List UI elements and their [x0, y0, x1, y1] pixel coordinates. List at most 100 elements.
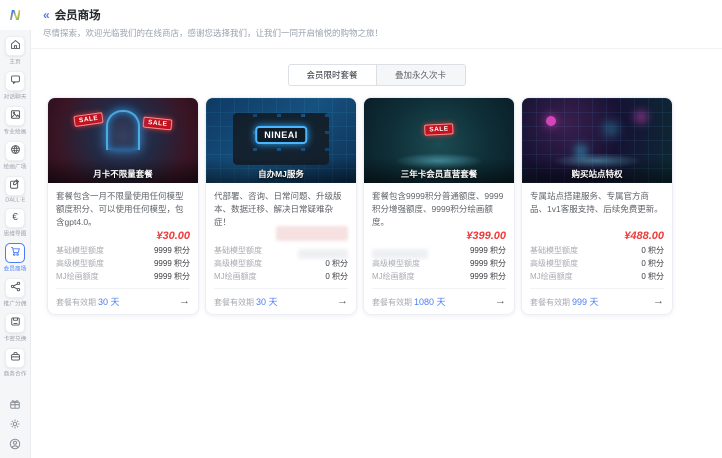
sidebar-item-dalle[interactable]: DALL·E — [3, 176, 28, 204]
sidebar-item-label: DALL·E — [4, 197, 26, 204]
quota-label: 高级模型额度 — [530, 259, 578, 268]
quota-value: 9999 积分 — [469, 272, 506, 282]
product-card-monthly[interactable]: SALE SALE 月卡不限量套餐 套餐包含一月不限量使用任何模型额度积分、可以… — [47, 97, 199, 316]
user-avatar[interactable] — [9, 437, 22, 450]
sidebar-item-referral[interactable]: 推广分佣 — [1, 278, 29, 309]
settings-gear-icon[interactable] — [9, 417, 22, 430]
sale-badge: SALE — [424, 123, 454, 136]
quota-value: 9999 积分 — [469, 259, 506, 269]
sidebar-item-chat[interactable]: 对话聊天 — [1, 71, 29, 102]
sidebar-item-label: 绘画广场 — [3, 164, 27, 171]
product-image: 购买站点特权 — [522, 98, 672, 183]
tab-member-packages[interactable]: 会员限时套餐 — [287, 64, 377, 86]
quota-row: 高级模型额度 9999 积分 — [372, 257, 506, 270]
card-footer: 套餐有效期 1080 天 → — [372, 288, 506, 308]
product-image: SALE 三年卡会员直营套餐 — [364, 98, 514, 183]
buy-arrow-icon[interactable]: → — [653, 296, 664, 307]
page-header: « 会员商场 尽情探索，欢迎光临我们的在线商店，感谢您选择我们，让我们一同开启愉… — [31, 0, 722, 49]
quota-label: 基础模型额度 — [214, 246, 262, 256]
sidebar-item-gallery[interactable]: 绘画广场 — [1, 141, 29, 172]
hologram-arch-decoration — [106, 110, 140, 150]
quota-label: 高级模型额度 — [214, 259, 262, 269]
sidebar-item-label: 专业绘画 — [3, 129, 27, 136]
quota-row: 高级模型额度 9999 积分 — [56, 257, 190, 270]
quota-label: 基础模型额度 — [56, 246, 104, 256]
sidebar-item-label: 会员商场 — [3, 266, 27, 273]
gift-icon[interactable] — [9, 397, 22, 410]
validity-text: 套餐有效期 1080 天 — [372, 297, 446, 308]
quota-row: 基础模型额度 0 积分 — [530, 244, 664, 257]
quota-value: 0 积分 — [641, 246, 664, 255]
card-footer: 套餐有效期 999 天 → — [530, 288, 664, 308]
product-price: ¥399.00 — [466, 230, 506, 243]
quota-value: 0 积分 — [325, 259, 348, 269]
card-footer: 套餐有效期 30 天 → — [214, 288, 348, 308]
briefcase-icon — [10, 349, 21, 367]
sidebar-item-shop[interactable]: 会员商场 — [1, 243, 29, 274]
product-description: 专属站点搭建服务、专属官方商品、1v1客服支持、后续免费更新。 — [530, 191, 663, 214]
quota-value: 0 积分 — [641, 259, 664, 268]
share-icon — [10, 279, 21, 297]
quota-row: 基础模型额度 9999 积分 — [56, 244, 190, 257]
product-description: 套餐包含一月不限量使用任何模型额度积分、可以使用任何模型，包含gpt4.0。 — [56, 191, 184, 227]
mountain-image-icon — [10, 107, 21, 125]
quota-row: MJ绘画额度 9999 积分 — [56, 270, 190, 283]
product-image-caption: 月卡不限量套餐 — [48, 158, 198, 183]
neon-lights-decoration — [546, 116, 556, 126]
quota-value: 9999 积分 — [469, 246, 506, 256]
product-description: 套餐包含9999积分普通额度、9999积分增强额度、9999积分绘画额度。 — [372, 191, 504, 227]
buy-arrow-icon[interactable]: → — [495, 296, 506, 307]
sidebar-nav: 主页 对话聊天 专业绘画 绘画广场 DALL·E € 思维导图 会员商场 推广分 — [1, 36, 29, 383]
sidebar-item-label: 思维导图 — [3, 231, 27, 238]
home-icon — [10, 37, 21, 55]
nineai-logo: N — [0, 0, 31, 30]
cart-icon — [10, 244, 21, 262]
product-card-3year[interactable]: SALE 三年卡会员直营套餐 套餐包含9999积分普通额度、9999积分增强额度… — [363, 97, 515, 316]
quota-row: MJ绘画额度 9999 积分 — [372, 270, 506, 283]
quota-label: MJ绘画额度 — [214, 272, 257, 282]
page-title: 会员商场 — [54, 10, 101, 22]
validity-days: 999 天 — [572, 297, 599, 307]
product-grid: SALE SALE 月卡不限量套餐 套餐包含一月不限量使用任何模型额度积分、可以… — [47, 97, 673, 316]
card-ticket-icon — [10, 314, 21, 332]
quota-row: 高级模型额度 0 积分 — [530, 257, 664, 270]
sidebar-item-label: 卡密兑换 — [3, 336, 27, 343]
quota-value: 9999 积分 — [153, 272, 190, 282]
sale-badge: SALE — [142, 116, 173, 131]
sidebar-item-mindmap[interactable]: € 思维导图 — [1, 208, 29, 239]
validity-days: 30 天 — [98, 297, 120, 308]
sidebar: N 主页 对话聊天 专业绘画 绘画广场 DALL·E € 思维导图 会员商场 推… — [0, 0, 31, 458]
sale-badge: SALE — [73, 112, 104, 127]
validity-text: 套餐有效期 30 天 — [56, 297, 120, 308]
quota-value: 0 积分 — [641, 272, 664, 281]
product-image-caption: 自办MJ服务 — [206, 158, 356, 183]
collapse-sidebar-icon[interactable]: « — [43, 9, 50, 21]
product-body: 套餐包含一月不限量使用任何模型额度积分、可以使用任何模型，包含gpt4.0。 ¥… — [48, 183, 198, 314]
buy-arrow-icon[interactable]: → — [179, 296, 190, 307]
quota-label: MJ绘画额度 — [56, 272, 99, 282]
quota-label: 高级模型额度 — [56, 259, 104, 269]
product-image-caption: 三年卡会员直营套餐 — [364, 158, 514, 183]
product-card-site-privilege[interactable]: 购买站点特权 专属站点搭建服务、专属官方商品、1v1客服支持、后续免费更新。 ¥… — [521, 97, 673, 316]
product-image-caption: 购买站点特权 — [522, 158, 672, 183]
pencil-note-icon — [9, 177, 20, 195]
sidebar-item-business[interactable]: 商务合作 — [1, 348, 29, 379]
product-price: ¥30.00 — [156, 230, 190, 243]
sidebar-item-drawing[interactable]: 专业绘画 — [1, 106, 29, 137]
redaction-blur — [276, 226, 348, 241]
redaction-blur — [298, 249, 348, 259]
quota-value: 0 积分 — [325, 272, 348, 282]
sidebar-item-label: 推广分佣 — [3, 301, 27, 308]
buy-arrow-icon[interactable]: → — [337, 296, 348, 307]
chat-icon — [10, 72, 21, 90]
product-image: NINEAI 自办MJ服务 — [206, 98, 356, 183]
nineai-image-logo: NINEAI — [255, 126, 307, 145]
sidebar-item-redeem[interactable]: 卡密兑换 — [1, 313, 29, 344]
gallery-grid-icon — [10, 142, 21, 160]
validity-days: 30 天 — [256, 297, 278, 308]
product-card-mj-service[interactable]: NINEAI 自办MJ服务 代部署、咨询、日常问题、升级版本、数据迁移、解决日常… — [205, 97, 357, 316]
quota-label: 基础模型额度 — [530, 246, 578, 255]
product-price: ¥488.00 — [624, 230, 664, 242]
sidebar-item-home[interactable]: 主页 — [5, 36, 25, 67]
tab-permanent-cards[interactable]: 叠加永久次卡 — [376, 64, 466, 86]
